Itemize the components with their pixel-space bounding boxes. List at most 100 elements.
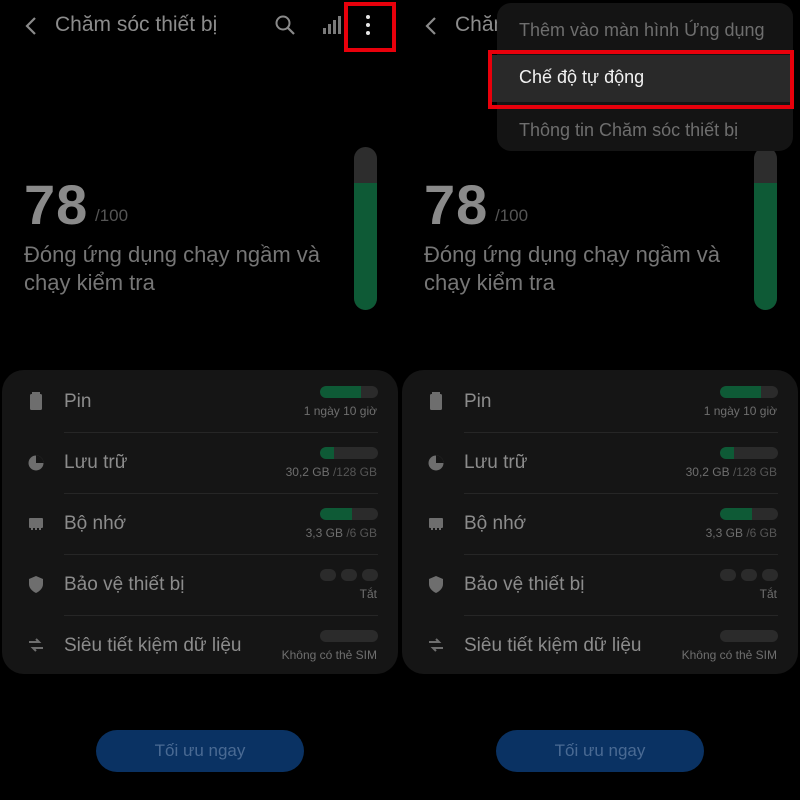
row-label: Pin: [64, 391, 92, 412]
row-value-sub: /128 GB: [729, 465, 777, 479]
row-label: Lưu trữ: [64, 452, 128, 473]
shield-icon: [26, 574, 46, 594]
usage-bar-fill: [720, 508, 752, 520]
optimization-score: 78: [424, 173, 489, 236]
indicator-dot: [341, 569, 357, 581]
back-arrow-icon[interactable]: [22, 14, 42, 38]
usage-bar: [320, 447, 378, 459]
auto-mode-highlight: [488, 50, 794, 109]
row-value: 30,2 GB /128 GB: [286, 465, 377, 479]
row-value-main: 1 ngày 10 giờ: [703, 404, 777, 418]
row-value: Tắt: [760, 587, 777, 601]
row-value-main: 30,2 GB: [685, 465, 730, 479]
usage-bar: [720, 508, 778, 520]
indicator-dot: [362, 569, 378, 581]
status-row-data-saver[interactable]: Siêu tiết kiệm dữ liệu Không có thẻ SIM: [2, 616, 398, 677]
usage-bar-fill: [320, 447, 334, 459]
storage-pie-icon: [426, 452, 446, 472]
status-row-memory[interactable]: Bộ nhớ 3,3 GB /6 GB: [2, 494, 398, 555]
row-value-sub: /6 GB: [342, 526, 377, 540]
row-value-main: Tắt: [759, 587, 777, 601]
back-arrow-icon[interactable]: [422, 14, 442, 38]
row-value: 30,2 GB /128 GB: [686, 465, 777, 479]
status-row-battery[interactable]: Pin 1 ngày 10 giờ: [402, 372, 798, 433]
optimize-now-button[interactable]: Tối ưu ngay: [496, 730, 704, 772]
usage-bar-fill: [320, 386, 361, 398]
menu-item-device-care-info[interactable]: Thông tin Chăm sóc thiết bị: [519, 120, 738, 141]
usage-bar: [720, 447, 778, 459]
indicator-dot: [320, 569, 336, 581]
search-icon[interactable]: [274, 14, 296, 36]
score-description: Đóng ứng dụng chạy ngầm và chạy kiểm tra: [24, 242, 321, 295]
row-label: Siêu tiết kiệm dữ liệu: [464, 635, 642, 656]
memory-chip-icon: [26, 513, 46, 533]
row-value: Không có thẻ SIM: [282, 648, 377, 662]
status-row-memory[interactable]: Bộ nhớ 3,3 GB /6 GB: [402, 494, 798, 555]
page-title: Chăm sóc thiết bị: [55, 13, 218, 36]
status-card: Pin 1 ngày 10 giờ Lưu trữ 30,2 GB /128 G…: [2, 370, 398, 674]
status-card: Pin 1 ngày 10 giờ Lưu trữ 30,2 GB /128 G…: [402, 370, 798, 674]
score-gauge-fill: [754, 182, 777, 310]
row-value-main: Không có thẻ SIM: [281, 648, 377, 662]
memory-chip-icon: [426, 513, 446, 533]
usage-bar: [320, 508, 378, 520]
row-value-main: 30,2 GB: [285, 465, 330, 479]
row-value-sub: /128 GB: [329, 465, 377, 479]
row-value: Không có thẻ SIM: [682, 648, 777, 662]
app-header: Chăm sóc thiết bị: [0, 0, 400, 52]
usage-bar-fill: [720, 447, 734, 459]
row-value-sub: /6 GB: [742, 526, 777, 540]
row-value-main: 1 ngày 10 giờ: [303, 404, 377, 418]
battery-icon: [26, 391, 46, 411]
status-row-battery[interactable]: Pin 1 ngày 10 giờ: [2, 372, 398, 433]
score-gauge-fill: [354, 182, 377, 310]
score-max: /100: [495, 206, 529, 225]
usage-bar: [720, 386, 778, 398]
row-value: 3,3 GB /6 GB: [306, 526, 377, 540]
status-row-data-saver[interactable]: Siêu tiết kiệm dữ liệu Không có thẻ SIM: [402, 616, 798, 677]
indicator-dot: [741, 569, 757, 581]
optimization-score: 78: [24, 173, 89, 236]
indicator-dot: [720, 569, 736, 581]
row-value-main: Tắt: [359, 587, 377, 601]
row-label: Bộ nhớ: [64, 513, 127, 534]
status-row-storage[interactable]: Lưu trữ 30,2 GB /128 GB: [2, 433, 398, 494]
usage-bar-fill: [720, 386, 761, 398]
data-saver-icon: [26, 635, 46, 655]
row-value-main: Không có thẻ SIM: [681, 648, 777, 662]
battery-icon: [426, 391, 446, 411]
protection-indicator: [320, 569, 380, 581]
score-gauge: [754, 147, 777, 310]
status-row-protection[interactable]: Bảo vệ thiết bị Tắt: [2, 555, 398, 616]
row-value-main: 3,3 GB: [305, 526, 343, 540]
more-options-highlight: [344, 2, 396, 52]
row-label: Lưu trữ: [464, 452, 528, 473]
status-row-storage[interactable]: Lưu trữ 30,2 GB /128 GB: [402, 433, 798, 494]
status-row-protection[interactable]: Bảo vệ thiết bị Tắt: [402, 555, 798, 616]
menu-item-add-to-apps[interactable]: Thêm vào màn hình Ứng dụng: [519, 20, 765, 41]
optimize-now-button[interactable]: Tối ưu ngay: [96, 730, 304, 772]
score-description: Đóng ứng dụng chạy ngầm và chạy kiểm tra: [424, 242, 721, 295]
storage-pie-icon: [26, 452, 46, 472]
usage-bar: [320, 630, 378, 642]
row-label: Bảo vệ thiết bị: [464, 574, 585, 595]
usage-bar: [320, 386, 378, 398]
score-max: /100: [95, 206, 129, 225]
usage-bar: [720, 630, 778, 642]
row-value: 3,3 GB /6 GB: [706, 526, 777, 540]
shield-icon: [426, 574, 446, 594]
score-gauge: [354, 147, 377, 310]
row-label: Bảo vệ thiết bị: [64, 574, 185, 595]
row-label: Pin: [464, 391, 492, 412]
row-value: 1 ngày 10 giờ: [304, 404, 377, 418]
row-label: Siêu tiết kiệm dữ liệu: [64, 635, 242, 656]
signal-icon[interactable]: [321, 14, 343, 36]
row-value: Tắt: [360, 587, 377, 601]
row-label: Bộ nhớ: [464, 513, 527, 534]
usage-bar-fill: [320, 508, 352, 520]
row-value: 1 ngày 10 giờ: [704, 404, 777, 418]
row-value-main: 3,3 GB: [705, 526, 743, 540]
indicator-dot: [762, 569, 778, 581]
data-saver-icon: [426, 635, 446, 655]
protection-indicator: [720, 569, 780, 581]
